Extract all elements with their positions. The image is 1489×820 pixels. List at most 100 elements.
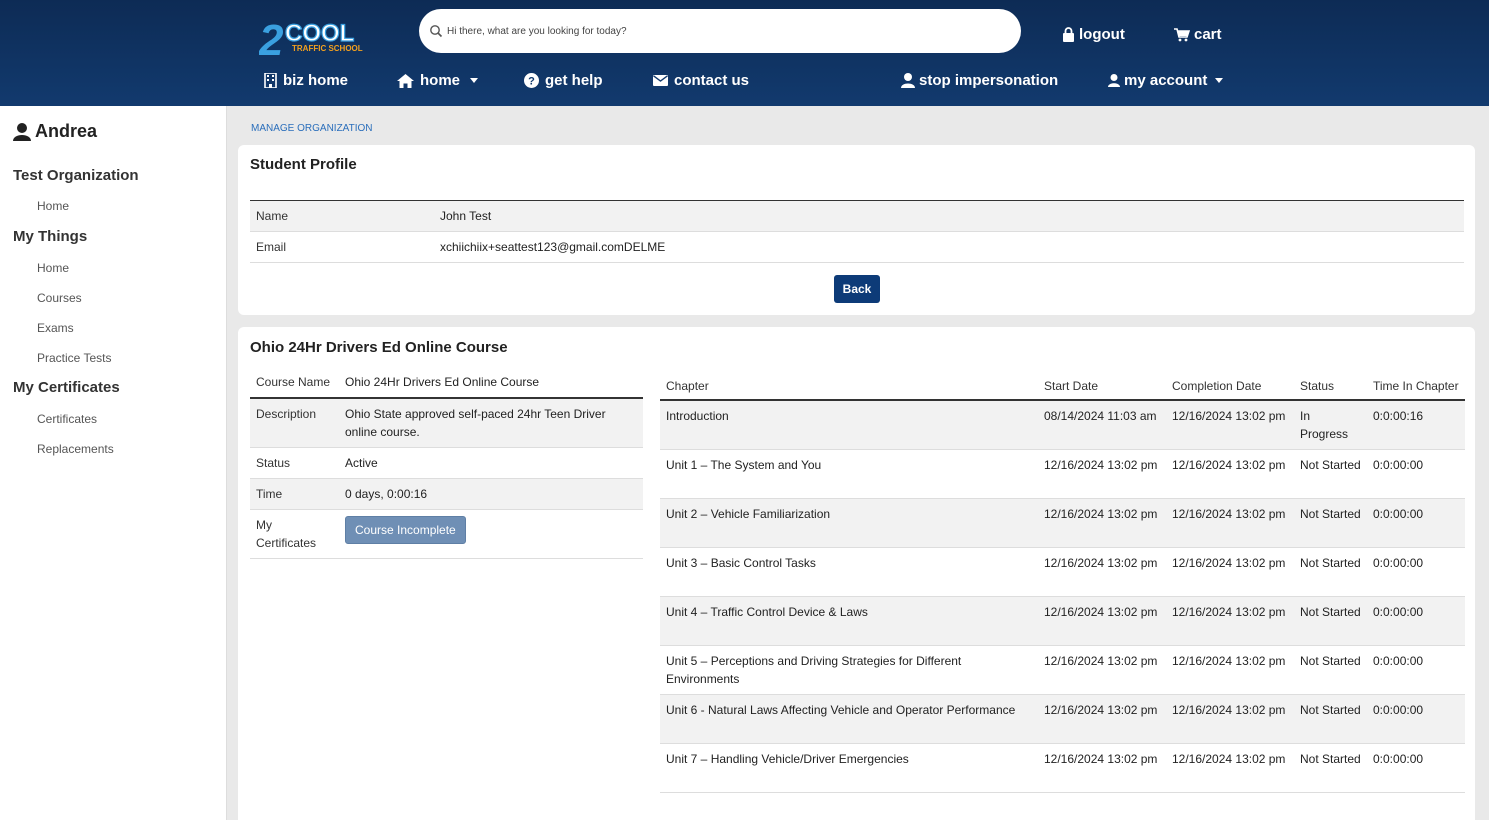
time-in-chapter-cell: 0:0:00:00 <box>1367 449 1465 499</box>
search-icon <box>430 25 443 38</box>
chapters-body: Introduction 08/14/2024 11:03 am 12/16/202… <box>660 400 1465 793</box>
start-date-cell: 08/14/2024 11:03 am <box>1038 400 1166 450</box>
start-date-cell: 12/16/2024 13:02 pm <box>1038 449 1166 499</box>
nav-biz-home[interactable]: biz home <box>264 72 348 89</box>
email-value: xchiichiix+seattest123@gmail.comDELME <box>440 240 666 254</box>
envelope-icon <box>653 75 668 86</box>
sidebar-item-exams[interactable]: Exams <box>37 321 74 335</box>
cart-label: cart <box>1194 26 1222 43</box>
start-date-cell: 12/16/2024 13:02 pm <box>1038 694 1166 744</box>
breadcrumb[interactable]: MANAGE ORGANIZATION <box>251 123 373 134</box>
course-row-time: Time 0 days, 0:00:16 <box>250 478 643 510</box>
chapter-cell: Unit 6 - Natural Laws Affecting Vehicle … <box>660 694 1038 744</box>
col-completion-date: Completion Date <box>1166 373 1294 401</box>
time-value: 0 days, 0:00:16 <box>339 478 643 510</box>
sidebar-heading-my-things: My Things <box>13 228 88 245</box>
site-header: 2 COOL TRAFFIC SCHOOL logout cart <box>0 0 1489 106</box>
status-cell: Not Started <box>1294 547 1367 597</box>
sidebar-item-practice-tests[interactable]: Practice Tests <box>37 351 111 365</box>
course-row-certificates: My Certificates Course Incomplete <box>250 509 643 559</box>
table-row: Unit 1 – The System and You 12/16/2024 13… <box>660 449 1465 499</box>
house-icon <box>397 73 414 88</box>
table-row: Unit 2 – Vehicle Familiarization 12/16/20… <box>660 498 1465 548</box>
start-date-cell: 12/16/2024 13:02 pm <box>1038 547 1166 597</box>
chevron-down-icon <box>470 78 479 83</box>
chapter-cell: Unit 3 – Basic Control Tasks <box>660 547 1038 597</box>
completion-date-cell: 12/16/2024 13:02 pm <box>1166 400 1294 450</box>
nav-contact-us-label: contact us <box>674 72 750 89</box>
chapters-table: Chapter Start Date Completion Date Statu… <box>660 373 1465 793</box>
course-details-table: Course Name Ohio 24Hr Drivers Ed Online … <box>250 367 643 559</box>
sidebar-item-org-home[interactable]: Home <box>37 199 69 213</box>
chapter-cell: Unit 4 – Traffic Control Device & Laws <box>660 596 1038 646</box>
sidebar-item-courses[interactable]: Courses <box>37 291 82 305</box>
completion-date-cell: 12/16/2024 13:02 pm <box>1166 547 1294 597</box>
site-logo[interactable]: 2 COOL TRAFFIC SCHOOL <box>258 15 371 65</box>
status-cell: Not Started <box>1294 596 1367 646</box>
chapter-cell: Unit 2 – Vehicle Familiarization <box>660 498 1038 548</box>
chapters-header-row: Chapter Start Date Completion Date Statu… <box>660 373 1465 401</box>
nav-stop-impersonation[interactable]: stop impersonation <box>901 72 1058 89</box>
sidebar-item-replacements[interactable]: Replacements <box>37 442 114 456</box>
nav-get-help[interactable]: ? get help <box>524 72 603 89</box>
chapter-cell: Unit 5 – Perceptions and Driving Strateg… <box>660 645 1038 695</box>
search-bar[interactable] <box>419 9 1021 53</box>
back-button[interactable]: Back <box>834 275 880 303</box>
status-cell: Not Started <box>1294 694 1367 744</box>
sidebar-user: Andrea <box>13 121 97 142</box>
sidebar: Andrea Test Organization Home My Things … <box>0 106 227 820</box>
svg-text:?: ? <box>528 76 535 88</box>
time-in-chapter-cell: 0:0:00:00 <box>1367 645 1465 695</box>
svg-text:COOL: COOL <box>285 20 354 47</box>
status-cell: Not Started <box>1294 498 1367 548</box>
email-label: Email <box>256 240 287 254</box>
logout-link[interactable]: logout <box>1062 26 1125 43</box>
col-status: Status <box>1294 373 1367 401</box>
sidebar-item-certificates[interactable]: Certificates <box>37 412 97 426</box>
student-profile-title: Student Profile <box>250 156 357 173</box>
course-title: Ohio 24Hr Drivers Ed Online Course <box>250 339 508 356</box>
nav-biz-home-label: biz home <box>283 72 349 89</box>
nav-home-label: home <box>420 72 461 89</box>
course-card: Ohio 24Hr Drivers Ed Online Course Cours… <box>238 327 1475 820</box>
completion-date-cell: 12/16/2024 13:02 pm <box>1166 743 1294 793</box>
logout-label: logout <box>1079 26 1125 43</box>
table-row: Unit 7 – Handling Vehicle/Driver Emergen… <box>660 743 1465 793</box>
table-row: Introduction 08/14/2024 11:03 am 12/16/202… <box>660 400 1465 450</box>
search-input[interactable] <box>447 25 1007 37</box>
question-icon: ? <box>524 73 539 88</box>
table-row: Unit 4 – Traffic Control Device & Laws 12… <box>660 596 1465 646</box>
svg-text:2: 2 <box>259 16 284 59</box>
svg-text:TRAFFIC SCHOOL: TRAFFIC SCHOOL <box>292 44 363 53</box>
sidebar-heading-my-certificates: My Certificates <box>13 379 120 396</box>
nav-home[interactable]: home <box>397 72 479 89</box>
table-row: Unit 3 – Basic Control Tasks 12/16/2024 1… <box>660 547 1465 597</box>
chapter-cell: Unit 1 – The System and You <box>660 449 1038 499</box>
cart-icon <box>1174 27 1190 41</box>
start-date-cell: 12/16/2024 13:02 pm <box>1038 596 1166 646</box>
time-in-chapter-cell: 0:0:00:00 <box>1367 694 1465 744</box>
completion-date-cell: 12/16/2024 13:02 pm <box>1166 596 1294 646</box>
name-value: John Test <box>440 209 492 223</box>
chapter-cell: Introduction <box>660 400 1038 450</box>
certificates-label: My Certificates <box>250 509 339 559</box>
time-in-chapter-cell: 0:0:00:00 <box>1367 596 1465 646</box>
time-in-chapter-cell: 0:0:00:00 <box>1367 743 1465 793</box>
time-in-chapter-cell: 0:0:00:16 <box>1367 400 1465 450</box>
course-incomplete-button[interactable]: Course Incomplete <box>345 516 466 544</box>
nav-contact-us[interactable]: contact us <box>653 72 749 89</box>
status-label: Status <box>250 447 339 479</box>
completion-date-cell: 12/16/2024 13:02 pm <box>1166 449 1294 499</box>
status-value: Active <box>339 447 643 479</box>
status-cell: In Progress <box>1294 400 1367 450</box>
time-in-chapter-cell: 0:0:00:00 <box>1367 498 1465 548</box>
start-date-cell: 12/16/2024 13:02 pm <box>1038 743 1166 793</box>
nav-my-account[interactable]: my account <box>1108 72 1224 89</box>
time-in-chapter-cell: 0:0:00:00 <box>1367 547 1465 597</box>
user-icon <box>13 122 31 141</box>
completion-date-cell: 12/16/2024 13:02 pm <box>1166 694 1294 744</box>
start-date-cell: 12/16/2024 13:02 pm <box>1038 645 1166 695</box>
cart-link[interactable]: cart <box>1174 26 1222 43</box>
student-profile-card: Student Profile Name John Test Email xch… <box>238 145 1475 315</box>
sidebar-item-home[interactable]: Home <box>37 261 69 275</box>
